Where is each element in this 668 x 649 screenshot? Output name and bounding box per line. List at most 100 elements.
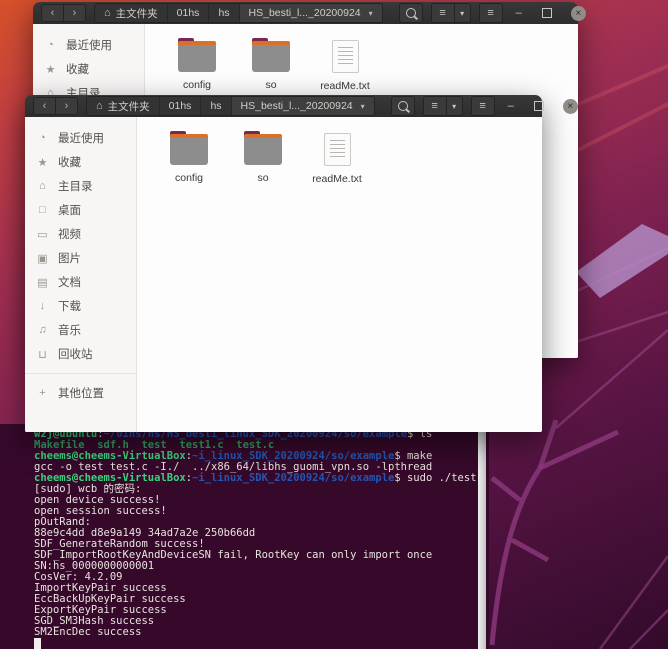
breadcrumb-label: 主文件夹 [107,100,150,113]
sidebar-item-desktop[interactable]: □ 桌面 [25,198,136,222]
sidebar-item-label: 桌面 [58,205,81,217]
document-icon: ▤ [37,276,48,289]
view-list-button[interactable]: ≡ [430,3,455,23]
hamburger-icon: ≡ [479,100,486,112]
file-item[interactable]: readMe.txt [301,129,373,185]
breadcrumb-label: 01hs [168,100,192,112]
sidebar-item-music[interactable]: ♫ 音乐 [25,318,136,342]
titlebar[interactable]: ‹ › ⌂ 主文件夹 01hs hs HS_besti_l..._20200924 ▾ ≡… [33,2,586,24]
file-item[interactable]: config [161,36,233,91]
forward-icon: › [64,100,69,112]
file-item[interactable]: readMe.txt [309,36,381,92]
sidebar-item-document[interactable]: ▤ 文档 [25,270,136,294]
text-file-icon [323,133,351,166]
music-icon: ♫ [38,324,47,336]
star-icon: ★ [45,63,56,76]
home-icon: ⌂ [104,7,111,19]
search-button[interactable] [398,3,423,23]
sidebar-item-image[interactable]: ▣ 图片 [25,246,136,270]
sidebar-item-recent[interactable]: ◔ 最近使用 [33,33,144,57]
file-label: config [174,172,204,184]
folder-icon [252,38,290,72]
breadcrumb-label: hs [218,7,230,19]
sidebar-item-label: 下载 [58,301,81,313]
terminal-cursor [34,638,41,649]
view-options-button[interactable]: ▾ [445,96,463,116]
sidebar-item-star[interactable]: ★ 收藏 [25,150,136,174]
file-label: readMe.txt [312,173,362,185]
sidebar-item-label: 其他位置 [58,388,104,400]
breadcrumb-segment[interactable]: 01hs [166,4,209,22]
sidebar-item-label: 主目录 [58,181,93,193]
close-button[interactable]: × [570,5,586,21]
menu-button[interactable]: ≡ [470,96,495,116]
terminal-scrollbar[interactable] [478,424,486,649]
sidebar-item-home[interactable]: ⌂ 主目录 [25,174,136,198]
folder-icon [244,131,282,165]
close-icon: × [575,7,582,19]
breadcrumb-label: HS_besti_l..._20200924 [240,100,353,112]
back-button[interactable]: ‹ [41,4,64,22]
terminal-line: SM2EncDec success [34,627,473,638]
file-label: config [182,79,212,91]
minimize-button[interactable]: – [508,100,514,112]
sidebar-item-label: 文档 [58,277,81,289]
breadcrumb-segment[interactable]: HS_besti_l..._20200924 ▾ [230,97,374,115]
close-icon: × [567,100,574,112]
breadcrumb: ⌂ 主文件夹 01hs hs HS_besti_l..._20200924 ▾ [86,96,375,116]
chevron-down-icon: ▾ [460,8,465,18]
desktop-icon: □ [39,204,46,216]
breadcrumb-segment[interactable]: 01hs [158,97,201,115]
file-item[interactable]: so [235,36,307,91]
close-button[interactable]: × [562,98,578,114]
breadcrumb-segment[interactable]: ⌂ 主文件夹 [87,97,159,115]
plus-icon: + [39,387,46,399]
file-list-area[interactable]: config so readMe.txt [137,117,542,432]
view-list-icon: ≡ [439,7,446,19]
maximize-button[interactable] [533,101,544,111]
trash-icon: ⊔ [38,348,47,361]
search-button[interactable] [390,96,415,116]
image-icon: ▣ [37,252,48,265]
breadcrumb-segment[interactable]: ⌂ 主文件夹 [95,4,167,22]
sidebar-item-plus[interactable]: + 其他位置 [25,381,136,405]
view-options-button[interactable]: ▾ [453,3,471,23]
terminal-window[interactable]: wzj@ubuntu:~/01hs/hs/HS_besti_linux_SDK_… [0,424,489,649]
titlebar[interactable]: ‹ › ⌂ 主文件夹 01hs hs HS_besti_l..._20200924 ▾ ≡… [25,95,578,117]
file-label: so [257,172,269,184]
file-item[interactable]: so [227,129,299,184]
back-icon: ‹ [50,7,55,19]
forward-icon: › [72,7,77,19]
forward-button[interactable]: › [63,4,86,22]
view-list-icon: ≡ [431,100,438,112]
breadcrumb-segment[interactable]: hs [208,4,238,22]
menu-button[interactable]: ≡ [478,3,503,23]
terminal-text: ~i_linux_SDK_20200924/so/example [192,472,395,484]
breadcrumb-label: HS_besti_l..._20200924 [248,7,361,19]
breadcrumb-label: hs [210,100,222,112]
sidebar-item-video[interactable]: ▭ 视频 [25,222,136,246]
maximize-button[interactable] [541,8,552,18]
forward-button[interactable]: › [55,97,78,115]
sidebar-item-download[interactable]: ↓ 下载 [25,294,136,318]
sidebar-item-recent[interactable]: ◔ 最近使用 [25,126,136,150]
file-item[interactable]: config [153,129,225,184]
back-button[interactable]: ‹ [33,97,56,115]
sidebar-item-label: 视频 [58,229,81,241]
minimize-button[interactable]: – [516,7,522,19]
view-list-button[interactable]: ≡ [422,96,447,116]
desktop: ‹ › ⌂ 主文件夹 01hs hs HS_besti_l..._20200924 ▾ ≡… [0,0,668,649]
sidebar-item-label: 收藏 [58,157,81,169]
breadcrumb-segment[interactable]: HS_besti_l..._20200924 ▾ [238,4,382,22]
search-icon [405,8,416,18]
home-icon: ⌂ [39,180,46,192]
file-manager-window-front[interactable]: ‹ › ⌂ 主文件夹 01hs hs HS_besti_l..._20200924 ▾ ≡… [25,95,578,432]
video-icon: ▭ [37,228,48,241]
folder-icon [170,131,208,165]
terminal-line: open session success! [34,506,473,517]
breadcrumb-segment[interactable]: hs [200,97,230,115]
sidebar: ◔ 最近使用 ★ 收藏 ⌂ 主目录 □ 桌面 ▭ 视频 ▣ 图片 ▤ 文档 ↓ 下载 ♫ 音乐 ⊔ 回收站 + 其他位置 [25,117,137,432]
sidebar-item-trash[interactable]: ⊔ 回收站 [25,342,136,366]
sidebar-item-star[interactable]: ★ 收藏 [33,57,144,81]
text-file-icon [331,40,359,73]
